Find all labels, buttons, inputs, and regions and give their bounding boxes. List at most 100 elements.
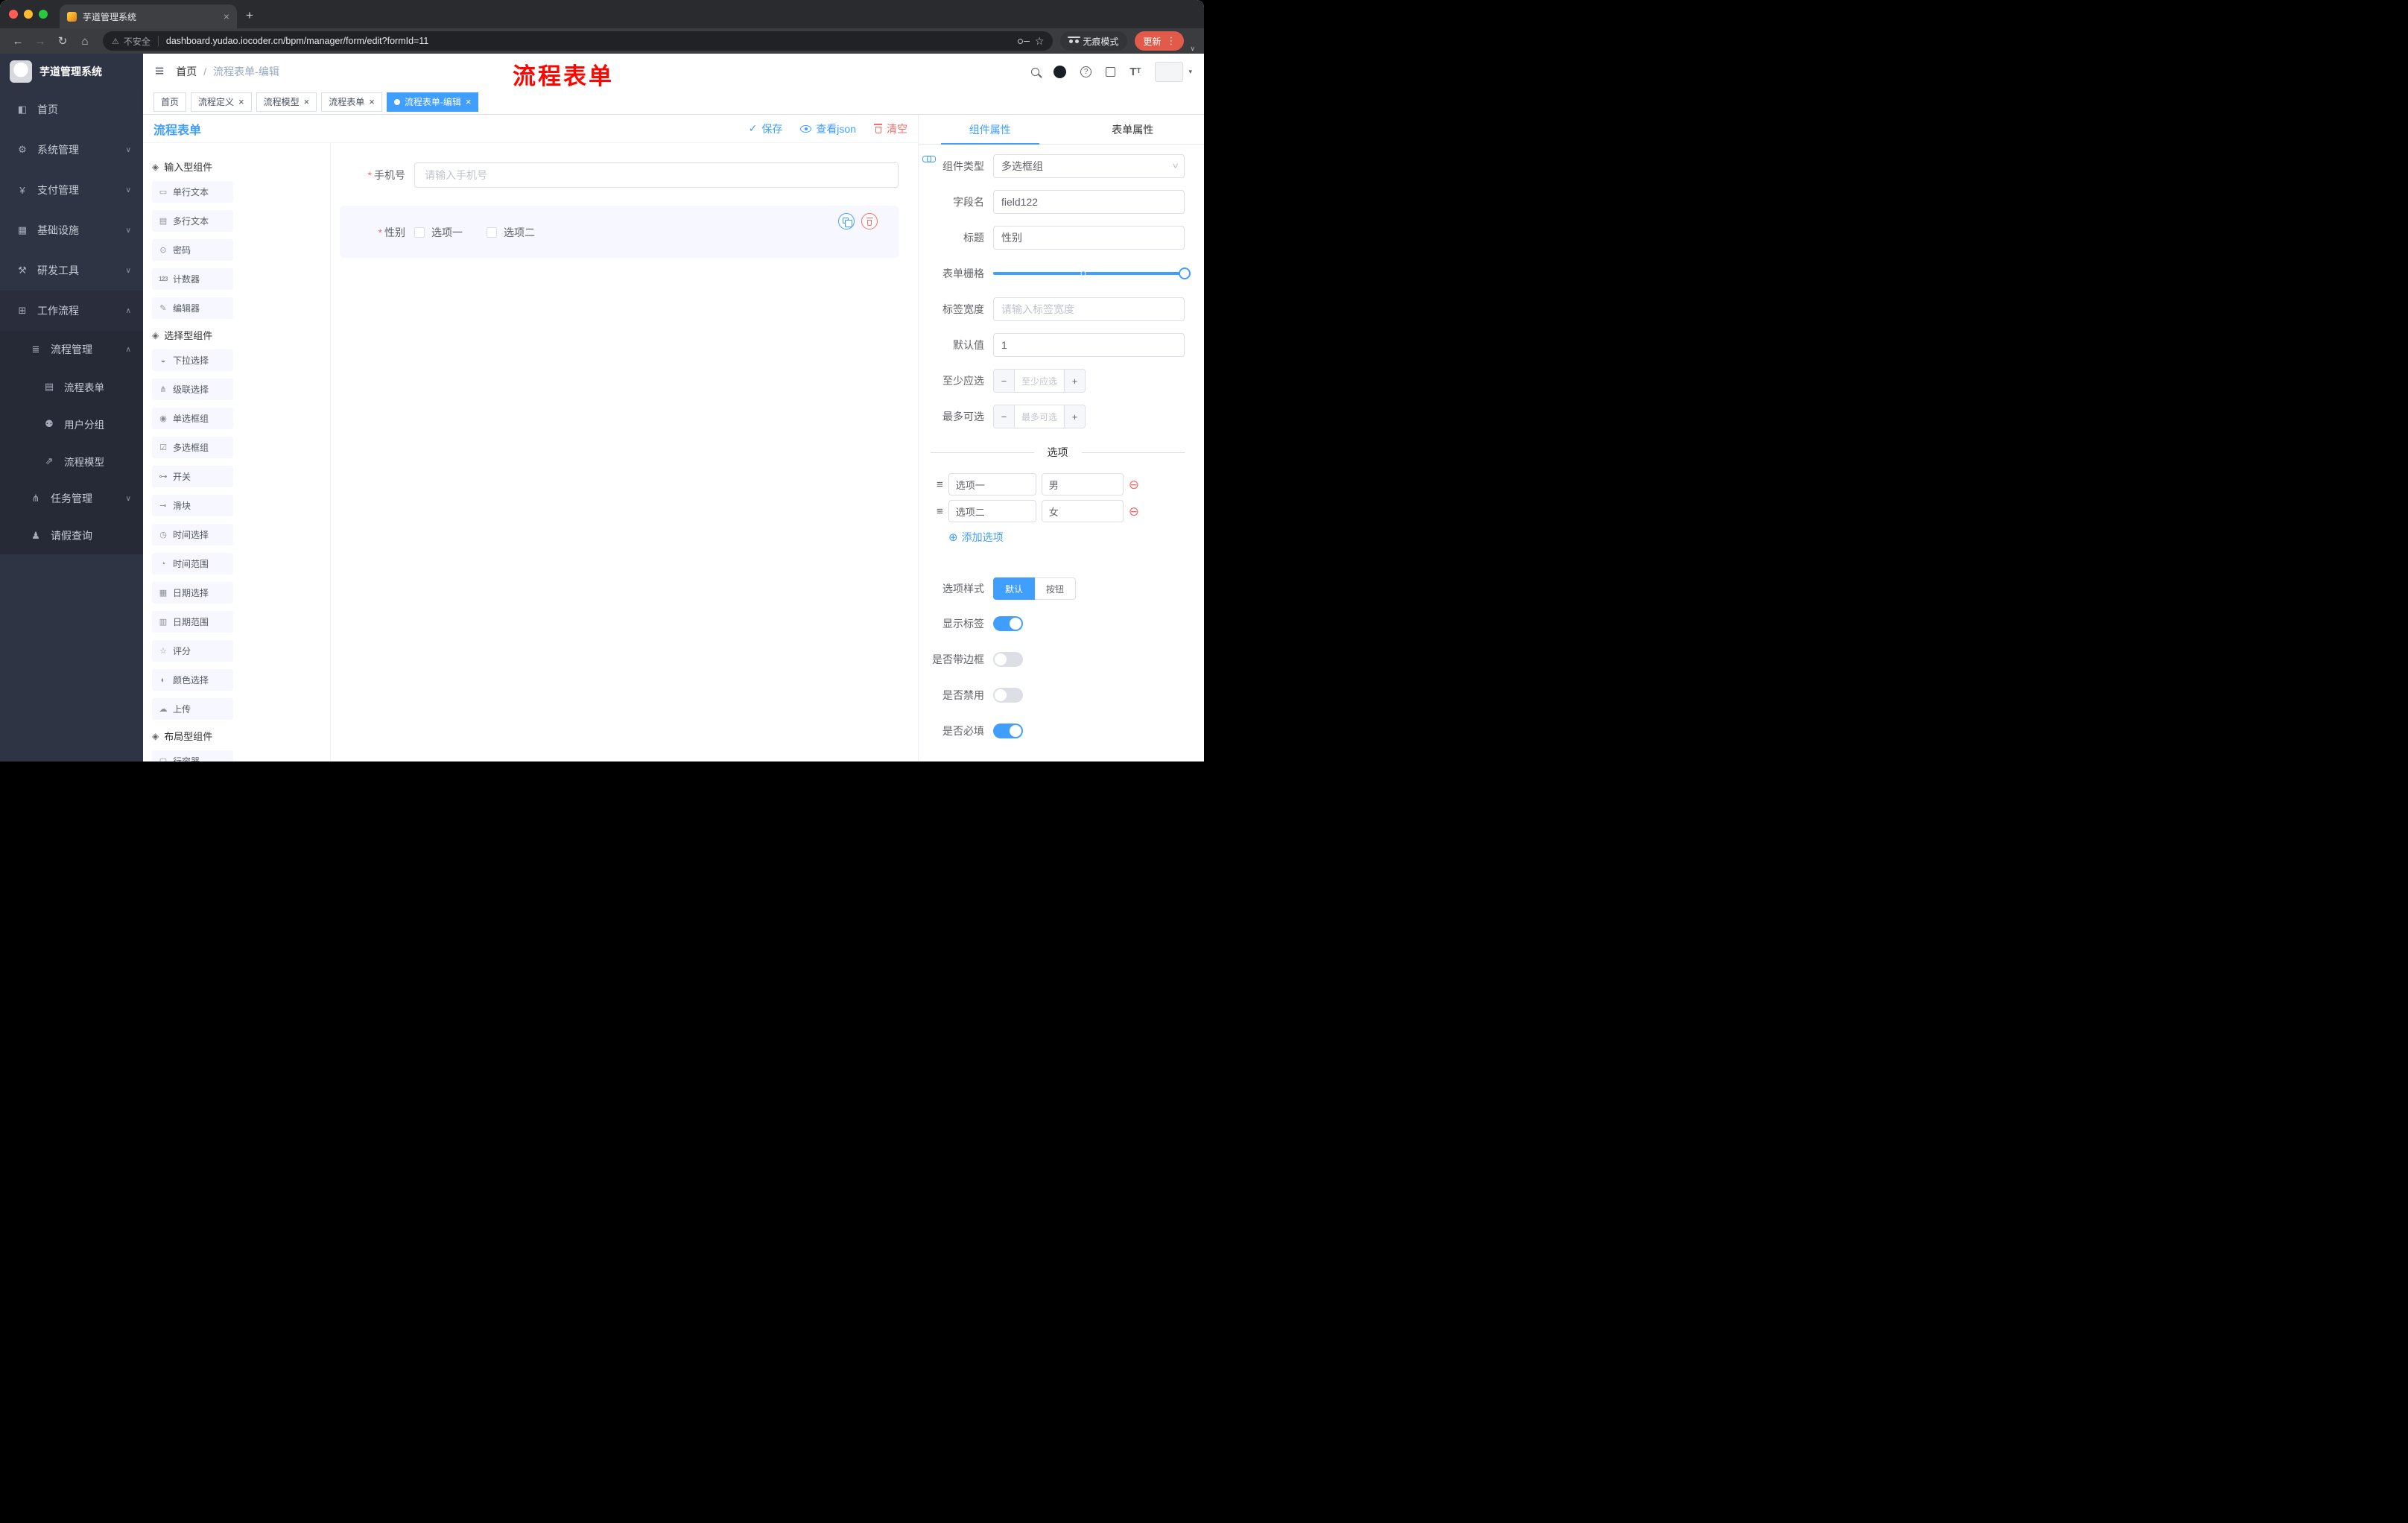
component-type-select[interactable]: ∨	[993, 154, 1185, 178]
gender-field-selected[interactable]: * 性别 选项一 选项二	[340, 206, 899, 258]
tag-process-form-edit[interactable]: 流程表单-编辑 ×	[386, 92, 479, 112]
sidebar-item-process-model[interactable]: ⇗ 流程模型	[0, 443, 143, 480]
option-2-label-input[interactable]	[948, 500, 1036, 522]
drag-handle-icon[interactable]: ≡	[937, 505, 943, 518]
sidebar-item-process-manage[interactable]: ≣ 流程管理 ∧	[0, 331, 143, 368]
option-2-value-input[interactable]	[1041, 500, 1124, 522]
close-icon[interactable]: ×	[369, 97, 375, 107]
zoom-window-button[interactable]	[39, 10, 48, 19]
decrease-button[interactable]: −	[994, 370, 1015, 392]
disabled-toggle[interactable]	[993, 688, 1023, 703]
browser-tab[interactable]: 芋道管理系统 ×	[60, 4, 237, 28]
security-label[interactable]: 不安全	[124, 35, 150, 48]
address-bar[interactable]: ⚠ 不安全 dashboard.yudao.iocoder.cn/bpm/man…	[103, 31, 1054, 51]
drag-handle-icon[interactable]: ≡	[937, 478, 943, 491]
help-button[interactable]: ?	[1080, 66, 1092, 77]
search-button[interactable]	[1031, 67, 1040, 76]
view-json-button[interactable]: 查看json	[800, 121, 856, 136]
palette-item-editor[interactable]: ✎ 编辑器	[152, 297, 233, 319]
palette-item-counter[interactable]: 123 计数器	[152, 268, 233, 290]
tag-process-model[interactable]: 流程模型 ×	[256, 92, 317, 112]
sidebar-item-leave-query[interactable]: ♟ 请假查询	[0, 517, 143, 554]
phone-input[interactable]	[414, 162, 899, 188]
forward-button[interactable]: →	[30, 35, 51, 48]
field-name-input[interactable]	[993, 190, 1185, 214]
palette-item-date-picker[interactable]: ▦ 日期选择	[152, 582, 233, 604]
tag-process-form[interactable]: 流程表单 ×	[321, 92, 382, 112]
sidebar-logo[interactable]: 芋道管理系统	[0, 54, 143, 89]
save-button[interactable]: ✓ 保存	[749, 121, 783, 136]
sidebar-item-infrastructure[interactable]: ▦ 基础设施 ∨	[0, 210, 143, 250]
toolbar-caret-icon[interactable]: ∨	[1190, 45, 1195, 53]
form-grid-slider[interactable]	[993, 262, 1191, 285]
increase-button[interactable]: +	[1064, 370, 1085, 392]
palette-item-time-range[interactable]: ◔ 时间范围	[152, 553, 233, 574]
decrease-button[interactable]: −	[994, 405, 1015, 428]
sidebar-item-system[interactable]: ⚙ 系统管理 ∨	[0, 130, 143, 170]
palette-item-slider[interactable]: ⊸ 滑块	[152, 495, 233, 516]
palette-item-rate[interactable]: ☆ 评分	[152, 640, 233, 662]
hamburger-icon[interactable]: ≡	[155, 63, 164, 80]
copy-component-button[interactable]	[838, 213, 855, 229]
palette-item-date-range[interactable]: ▥ 日期范围	[152, 611, 233, 633]
sidebar-item-devtools[interactable]: ⚒ 研发工具 ∨	[0, 250, 143, 291]
sidebar-item-task-manage[interactable]: ⋔ 任务管理 ∨	[0, 480, 143, 517]
palette-item-checkbox-group[interactable]: ☑ 多选框组	[152, 437, 233, 458]
remove-option-icon[interactable]: ⊖	[1129, 505, 1139, 518]
sidebar-item-user-group[interactable]: ⚉ 用户分组	[0, 405, 143, 443]
tag-process-definition[interactable]: 流程定义 ×	[191, 92, 252, 112]
phone-field-row[interactable]: * 手机号	[331, 162, 899, 188]
update-button[interactable]: 更新 ⋮	[1135, 31, 1185, 51]
close-icon[interactable]: ×	[304, 97, 310, 107]
tab-close-icon[interactable]: ×	[224, 10, 229, 22]
add-option-button[interactable]: ⊕ 添加选项	[948, 530, 1185, 545]
default-value-input[interactable]	[993, 333, 1185, 357]
palette-item-cascader[interactable]: ⋔ 级联选择	[152, 379, 233, 400]
min-select-placeholder[interactable]: 至少应选	[1015, 370, 1064, 392]
font-size-button[interactable]: TT	[1129, 66, 1141, 77]
palette-item-switch[interactable]: ⊶ 开关	[152, 466, 233, 487]
show-label-toggle[interactable]	[993, 616, 1023, 631]
component-type-value[interactable]	[993, 154, 1185, 178]
label-width-input[interactable]	[993, 297, 1185, 321]
fullscreen-button[interactable]	[1106, 66, 1116, 77]
palette-item-multi-line-text[interactable]: ▤ 多行文本	[152, 210, 233, 232]
max-select-placeholder[interactable]: 最多可选	[1015, 405, 1064, 428]
browser-menu-icon[interactable]: ⋮	[1166, 35, 1176, 47]
palette-item-select[interactable]: ◒ 下拉选择	[152, 349, 233, 371]
bookmark-star-icon[interactable]: ☆	[1035, 35, 1045, 48]
close-icon[interactable]: ×	[466, 97, 472, 107]
clear-button[interactable]: 清空	[874, 121, 907, 136]
palette-item-row-container[interactable]: ▢ 行容器	[152, 750, 233, 762]
url-text[interactable]: dashboard.yudao.iocoder.cn/bpm/manager/f…	[166, 36, 428, 46]
sidebar-item-workflow[interactable]: ⊞ 工作流程 ∧	[0, 291, 143, 331]
tab-form-props[interactable]: 表单属性	[1062, 115, 1205, 144]
style-button-button[interactable]: 按钮	[1035, 577, 1077, 600]
tab-component-props[interactable]: 组件属性	[919, 115, 1062, 145]
palette-item-time-picker[interactable]: ◷ 时间选择	[152, 524, 233, 545]
sidebar-item-process-form[interactable]: ▤ 流程表单	[0, 368, 143, 405]
back-button[interactable]: ←	[7, 35, 28, 48]
delete-component-button[interactable]	[861, 213, 878, 229]
gender-option-2-checkbox[interactable]: 选项二	[487, 225, 535, 240]
palette-item-password[interactable]: ⊙ 密码	[152, 239, 233, 261]
breadcrumb-home[interactable]: 首页	[176, 64, 197, 79]
border-toggle[interactable]	[993, 652, 1023, 667]
palette-item-color-picker[interactable]: ◐ 颜色选择	[152, 669, 233, 691]
avatar[interactable]	[1155, 61, 1184, 82]
title-input[interactable]	[993, 226, 1185, 250]
style-default-button[interactable]: 默认	[993, 577, 1036, 600]
password-key-icon[interactable]	[1017, 38, 1030, 44]
sidebar-item-payment[interactable]: ¥ 支付管理 ∨	[0, 170, 143, 210]
github-button[interactable]	[1054, 65, 1067, 78]
link-icon[interactable]	[922, 153, 936, 164]
palette-item-single-line-text[interactable]: ▭ 单行文本	[152, 181, 233, 203]
sidebar-item-home[interactable]: ◧ 首页	[0, 89, 143, 130]
increase-button[interactable]: +	[1064, 405, 1085, 428]
palette-item-upload[interactable]: ☁ 上传	[152, 698, 233, 720]
palette-item-radio-group[interactable]: ◉ 单选框组	[152, 408, 233, 429]
slider-handle[interactable]	[1179, 267, 1191, 279]
minimize-window-button[interactable]	[24, 10, 33, 19]
reload-button[interactable]: ↻	[52, 34, 73, 48]
option-1-value-input[interactable]	[1041, 473, 1124, 495]
